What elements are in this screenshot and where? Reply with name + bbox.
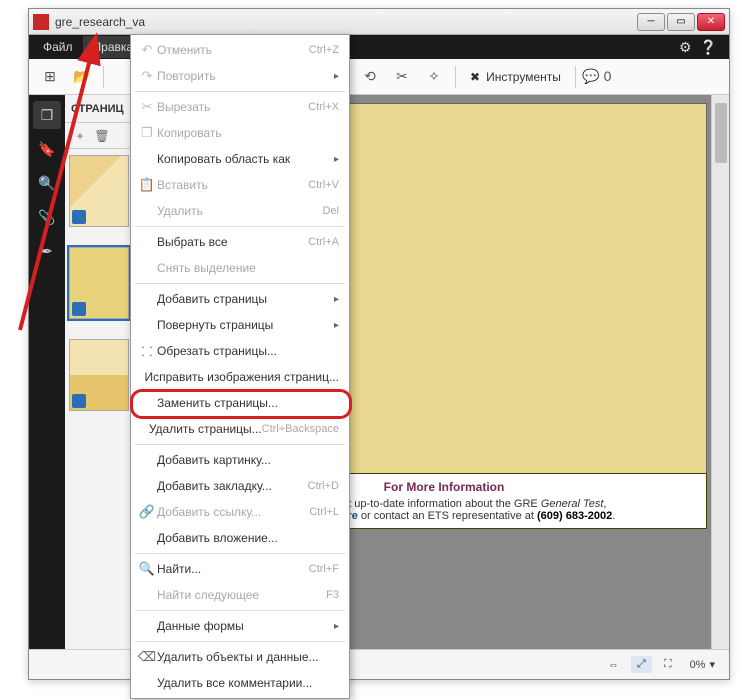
- menu-item-label: Добавить картинку...: [157, 453, 339, 467]
- paste-icon: 📋: [137, 177, 157, 193]
- app-icon: [33, 14, 49, 30]
- page-thumbnail[interactable]: [69, 155, 129, 227]
- delete-page-icon[interactable]: 🗑: [93, 127, 111, 145]
- pages-icon[interactable]: ❐: [33, 101, 61, 129]
- menu-item-добавить-страницы[interactable]: Добавить страницы▸: [131, 286, 349, 312]
- chevron-right-icon: ▸: [334, 154, 339, 165]
- menu-item-label: Удалить страницы...: [149, 422, 262, 436]
- menu-item-label: Исправить изображения страниц...: [144, 370, 339, 384]
- menu-item-копировать-область-как[interactable]: Копировать область как▸: [131, 146, 349, 172]
- menu-item-label: Выбрать все: [157, 235, 308, 249]
- fit-page-icon[interactable]: ⤢: [631, 656, 652, 673]
- chevron-right-icon: ▸: [334, 621, 339, 632]
- tools-wrench-icon: ✖: [470, 70, 480, 84]
- menu-item-удалить: УдалитьDel: [131, 198, 349, 224]
- menu-item-label: Удалить: [157, 204, 322, 218]
- menu-item-label: Удалить объекты и данные...: [157, 650, 339, 664]
- menu-item-добавить-ссылку-: 🔗Добавить ссылку...Ctrl+L: [131, 499, 349, 525]
- menu-file[interactable]: Файл: [33, 36, 83, 58]
- cut-icon: ✂: [137, 99, 157, 115]
- signature-icon[interactable]: ✒: [33, 237, 61, 265]
- menu-item-копировать: ❐Копировать: [131, 120, 349, 146]
- enhance-icon[interactable]: ✧: [419, 63, 449, 91]
- chevron-right-icon: ▸: [334, 71, 339, 82]
- open-button[interactable]: 📂: [67, 63, 97, 91]
- menu-item-удалить-страницы-[interactable]: Удалить страницы...Ctrl+Backspace: [131, 416, 349, 442]
- crop-icon[interactable]: ✂: [387, 63, 417, 91]
- menu-item-label: Добавить ссылку...: [157, 505, 309, 519]
- fullscreen-icon[interactable]: ⛶: [658, 656, 678, 673]
- page-thumbnail[interactable]: [69, 339, 129, 411]
- menu-item-label: Вырезать: [157, 100, 308, 114]
- comments-icon[interactable]: 💬 0: [582, 63, 612, 91]
- left-iconbar: ❐ 🔖 🔍 📎 ✒: [29, 95, 65, 649]
- attachment-icon[interactable]: 📎: [33, 203, 61, 231]
- search-icon[interactable]: 🔍: [33, 169, 61, 197]
- menu-item-добавить-картинку-[interactable]: Добавить картинку...: [131, 447, 349, 473]
- menu-item-label: Удалить все комментарии...: [157, 676, 339, 690]
- menu-item-label: Обрезать страницы...: [157, 344, 339, 358]
- scroll-thumb[interactable]: [715, 103, 727, 163]
- menu-item-удалить-объекты-и-данные-[interactable]: ⌫Удалить объекты и данные...: [131, 644, 349, 670]
- menu-item-выбрать-все[interactable]: Выбрать всеCtrl+A: [131, 229, 349, 255]
- menu-item-снять-выделение: Снять выделение: [131, 255, 349, 281]
- delobj-icon: ⌫: [137, 649, 157, 665]
- menu-item-отменить: ↶ОтменитьCtrl+Z: [131, 37, 349, 63]
- rotate-icon[interactable]: ⟲: [355, 63, 385, 91]
- find-icon: 🔍: [137, 561, 157, 577]
- titlebar: gre_research_va ─ ▭ ✕: [29, 9, 729, 35]
- menu-item-label: Вставить: [157, 178, 308, 192]
- menu-item-label: Снять выделение: [157, 261, 339, 275]
- menu-item-найти-[interactable]: 🔍Найти...Ctrl+F: [131, 556, 349, 582]
- minimize-button[interactable]: ─: [637, 13, 665, 31]
- menu-item-label: Отменить: [157, 43, 309, 57]
- chevron-right-icon: ▸: [334, 294, 339, 305]
- page-thumbnail[interactable]: [69, 247, 129, 319]
- menu-item-label: Повторить: [157, 69, 334, 83]
- menu-item-повернуть-страницы[interactable]: Повернуть страницы▸: [131, 312, 349, 338]
- menu-item-исправить-изображения-страниц-[interactable]: Исправить изображения страниц...: [131, 364, 349, 390]
- menu-item-найти-следующее: Найти следующееF3: [131, 582, 349, 608]
- menu-item-label: Добавить закладку...: [157, 479, 308, 493]
- link-icon: 🔗: [137, 504, 157, 520]
- menu-item-вырезать: ✂ВырезатьCtrl+X: [131, 94, 349, 120]
- bookmark-icon[interactable]: 🔖: [33, 135, 61, 163]
- copy-icon: ❐: [137, 125, 157, 141]
- menu-item-добавить-вложение-[interactable]: Добавить вложение...: [131, 525, 349, 551]
- undo-icon: ↶: [137, 42, 157, 58]
- menu-item-label: Добавить страницы: [157, 292, 334, 306]
- scrollbar-vertical[interactable]: [711, 95, 729, 649]
- crop-icon: ⸬: [137, 342, 157, 360]
- menu-item-повторить: ↷Повторить▸: [131, 63, 349, 89]
- maximize-button[interactable]: ▭: [667, 13, 695, 31]
- menu-item-данные-формы[interactable]: Данные формы▸: [131, 613, 349, 639]
- add-page-icon[interactable]: +: [71, 127, 89, 145]
- menu-item-добавить-закладку-[interactable]: Добавить закладку...Ctrl+D: [131, 473, 349, 499]
- chevron-right-icon: ▸: [334, 320, 339, 331]
- help-icon[interactable]: ❔: [700, 39, 717, 56]
- menu-item-label: Копировать: [157, 126, 339, 140]
- instruments-button[interactable]: ✖ Инструменты: [462, 70, 569, 84]
- menu-item-label: Данные формы: [157, 619, 334, 633]
- menu-item-вставить: 📋ВставитьCtrl+V: [131, 172, 349, 198]
- menu-item-label: Найти следующее: [157, 588, 326, 602]
- close-button[interactable]: ✕: [697, 13, 725, 31]
- fit-width-icon[interactable]: ⇔: [602, 657, 625, 673]
- menu-item-label: Найти...: [157, 562, 309, 576]
- new-tab-button[interactable]: ⊞: [35, 63, 65, 91]
- menu-item-label: Копировать область как: [157, 152, 334, 166]
- menu-item-заменить-страницы-[interactable]: Заменить страницы...: [131, 390, 349, 416]
- menu-item-обрезать-страницы-[interactable]: ⸬Обрезать страницы...: [131, 338, 349, 364]
- redo-icon: ↷: [137, 68, 157, 84]
- gear-icon[interactable]: ⚙: [679, 39, 692, 56]
- menu-item-label: Повернуть страницы: [157, 318, 334, 332]
- menu-item-label: Заменить страницы...: [157, 396, 339, 410]
- edit-menu-dropdown: ↶ОтменитьCtrl+Z↷Повторить▸✂ВырезатьCtrl+…: [130, 34, 350, 699]
- zoom-value[interactable]: 0% ▾: [684, 656, 721, 673]
- window-title: gre_research_va: [55, 15, 637, 29]
- menu-item-label: Добавить вложение...: [157, 531, 339, 545]
- menu-item-удалить-все-комментарии-[interactable]: Удалить все комментарии...: [131, 670, 349, 696]
